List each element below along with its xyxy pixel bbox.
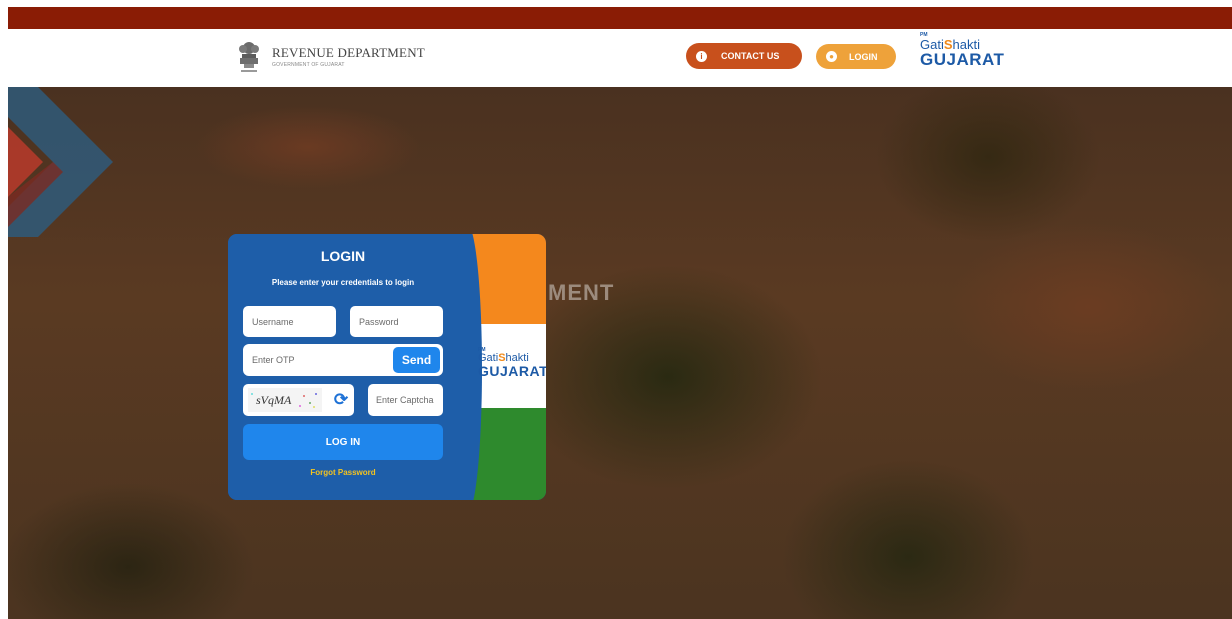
header: REVENUE DEPARTMENT GOVERNMENT OF GUJARAT…	[8, 29, 1232, 87]
captcha-input[interactable]: Enter Captcha	[368, 384, 443, 416]
department-subtitle: GOVERNMENT OF GUJARAT	[272, 62, 345, 68]
login-title: LOGIN	[320, 248, 366, 264]
hero-partial-text: MENT	[548, 280, 615, 305]
captcha-box: sVqMA ⟳	[243, 384, 354, 416]
otp-placeholder: Enter OTP	[252, 355, 295, 365]
password-input[interactable]: Password	[350, 306, 443, 337]
captcha-image: sVqMA	[248, 388, 322, 412]
login-card: PM GatiShakti GUJARAT LOGIN Please enter…	[228, 234, 546, 500]
send-otp-button[interactable]: Send	[393, 347, 440, 373]
forgot-password-link[interactable]: Forgot Password	[228, 468, 458, 477]
top-bar	[8, 7, 1232, 29]
header-login-button[interactable]: ● LOGIN	[816, 44, 896, 69]
card-logo-gujarat: GUJARAT	[478, 363, 546, 379]
card-gatishakti-logo: PM GatiShakti GUJARAT	[478, 348, 546, 379]
chevron-decoration-icon	[8, 87, 113, 237]
login-subtitle: Please enter your credentials to login	[271, 278, 415, 287]
header-login-label: LOGIN	[849, 51, 878, 62]
refresh-icon[interactable]: ⟳	[331, 390, 351, 410]
otp-input[interactable]: Enter OTP Send	[243, 344, 443, 376]
gatishakti-logo: PM GatiShakti GUJARAT	[920, 33, 1005, 69]
user-icon: ●	[826, 51, 837, 62]
contact-us-label: CONTACT US	[721, 51, 780, 61]
login-submit-button[interactable]: LOG IN	[243, 424, 443, 460]
contact-us-button[interactable]: i CONTACT US	[686, 43, 802, 69]
department-title: REVENUE DEPARTMENT	[272, 45, 425, 60]
state-emblem-icon	[239, 42, 259, 72]
username-input[interactable]: Username	[243, 306, 336, 337]
info-icon: i	[696, 50, 707, 62]
logo-gujarat: GUJARAT	[920, 50, 1005, 69]
captcha-text: sVqMA	[256, 393, 292, 407]
page: REVENUE DEPARTMENT GOVERNMENT OF GUJARAT…	[0, 0, 1232, 619]
hero-background: MENT	[8, 87, 1232, 619]
